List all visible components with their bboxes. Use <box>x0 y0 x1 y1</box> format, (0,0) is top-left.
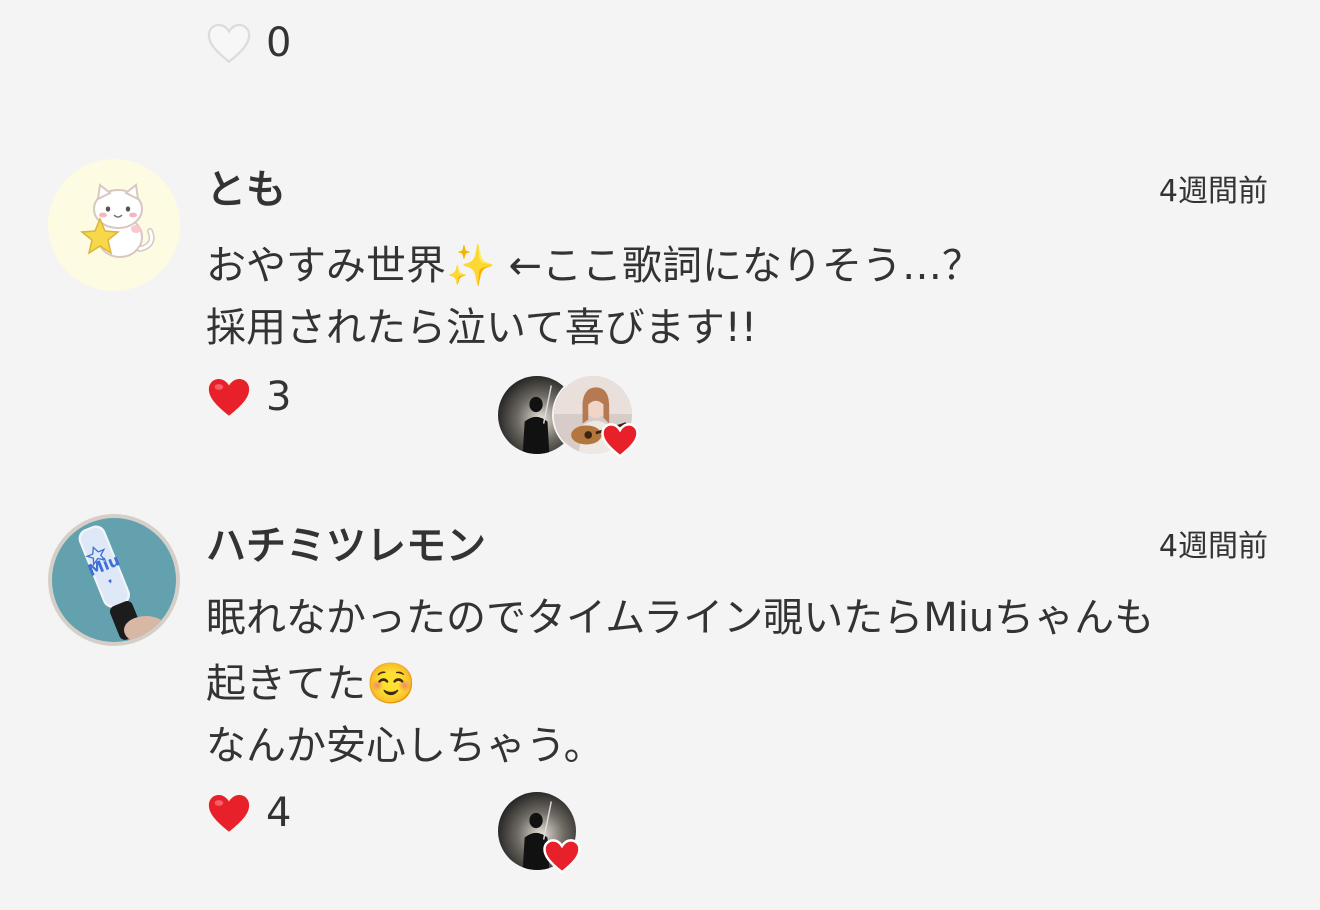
cat-with-star-icon <box>48 159 180 291</box>
comment-text-line: 採用されたら泣いて喜びます!! <box>206 305 757 351</box>
like-count: 3 <box>266 374 292 420</box>
comment-text-line: 起きてた☺️ <box>206 661 416 707</box>
liked-heart-badge-icon <box>543 839 581 874</box>
empty-heart-icon <box>207 23 251 64</box>
comment-text-line: おやすみ世界✨ ←ここ歌詞になりそう…？ <box>206 243 983 289</box>
like-count: 4 <box>266 790 292 836</box>
comment-text-line: 眠れなかったのでタイムライン覗いたらMiuちゃんも <box>206 595 1155 641</box>
like-button[interactable]: 0 <box>206 20 291 66</box>
comment-text-line: なんか安心しちゃう。 <box>206 723 604 769</box>
like-button[interactable]: 3 <box>206 374 291 420</box>
like-button[interactable]: 4 <box>206 790 291 836</box>
username[interactable]: ハチミツレモン <box>206 526 486 566</box>
avatar[interactable]: Miu <box>48 514 180 646</box>
timestamp: 4週間前 <box>1158 174 1268 209</box>
liked-heart-badge-icon <box>601 423 639 458</box>
filled-heart-icon <box>208 379 250 416</box>
timestamp: 4週間前 <box>1158 529 1268 564</box>
like-count: 0 <box>266 20 292 66</box>
username[interactable]: とも <box>206 170 286 210</box>
comment-list: 0 とも 4週間前 おやすみ世界✨ ←ここ歌詞になりそう…？ 採用されたら泣いて… <box>0 0 1320 910</box>
filled-heart-icon <box>208 795 250 832</box>
avatar[interactable] <box>48 159 180 291</box>
penlight-miu-icon: Miu <box>52 518 176 642</box>
